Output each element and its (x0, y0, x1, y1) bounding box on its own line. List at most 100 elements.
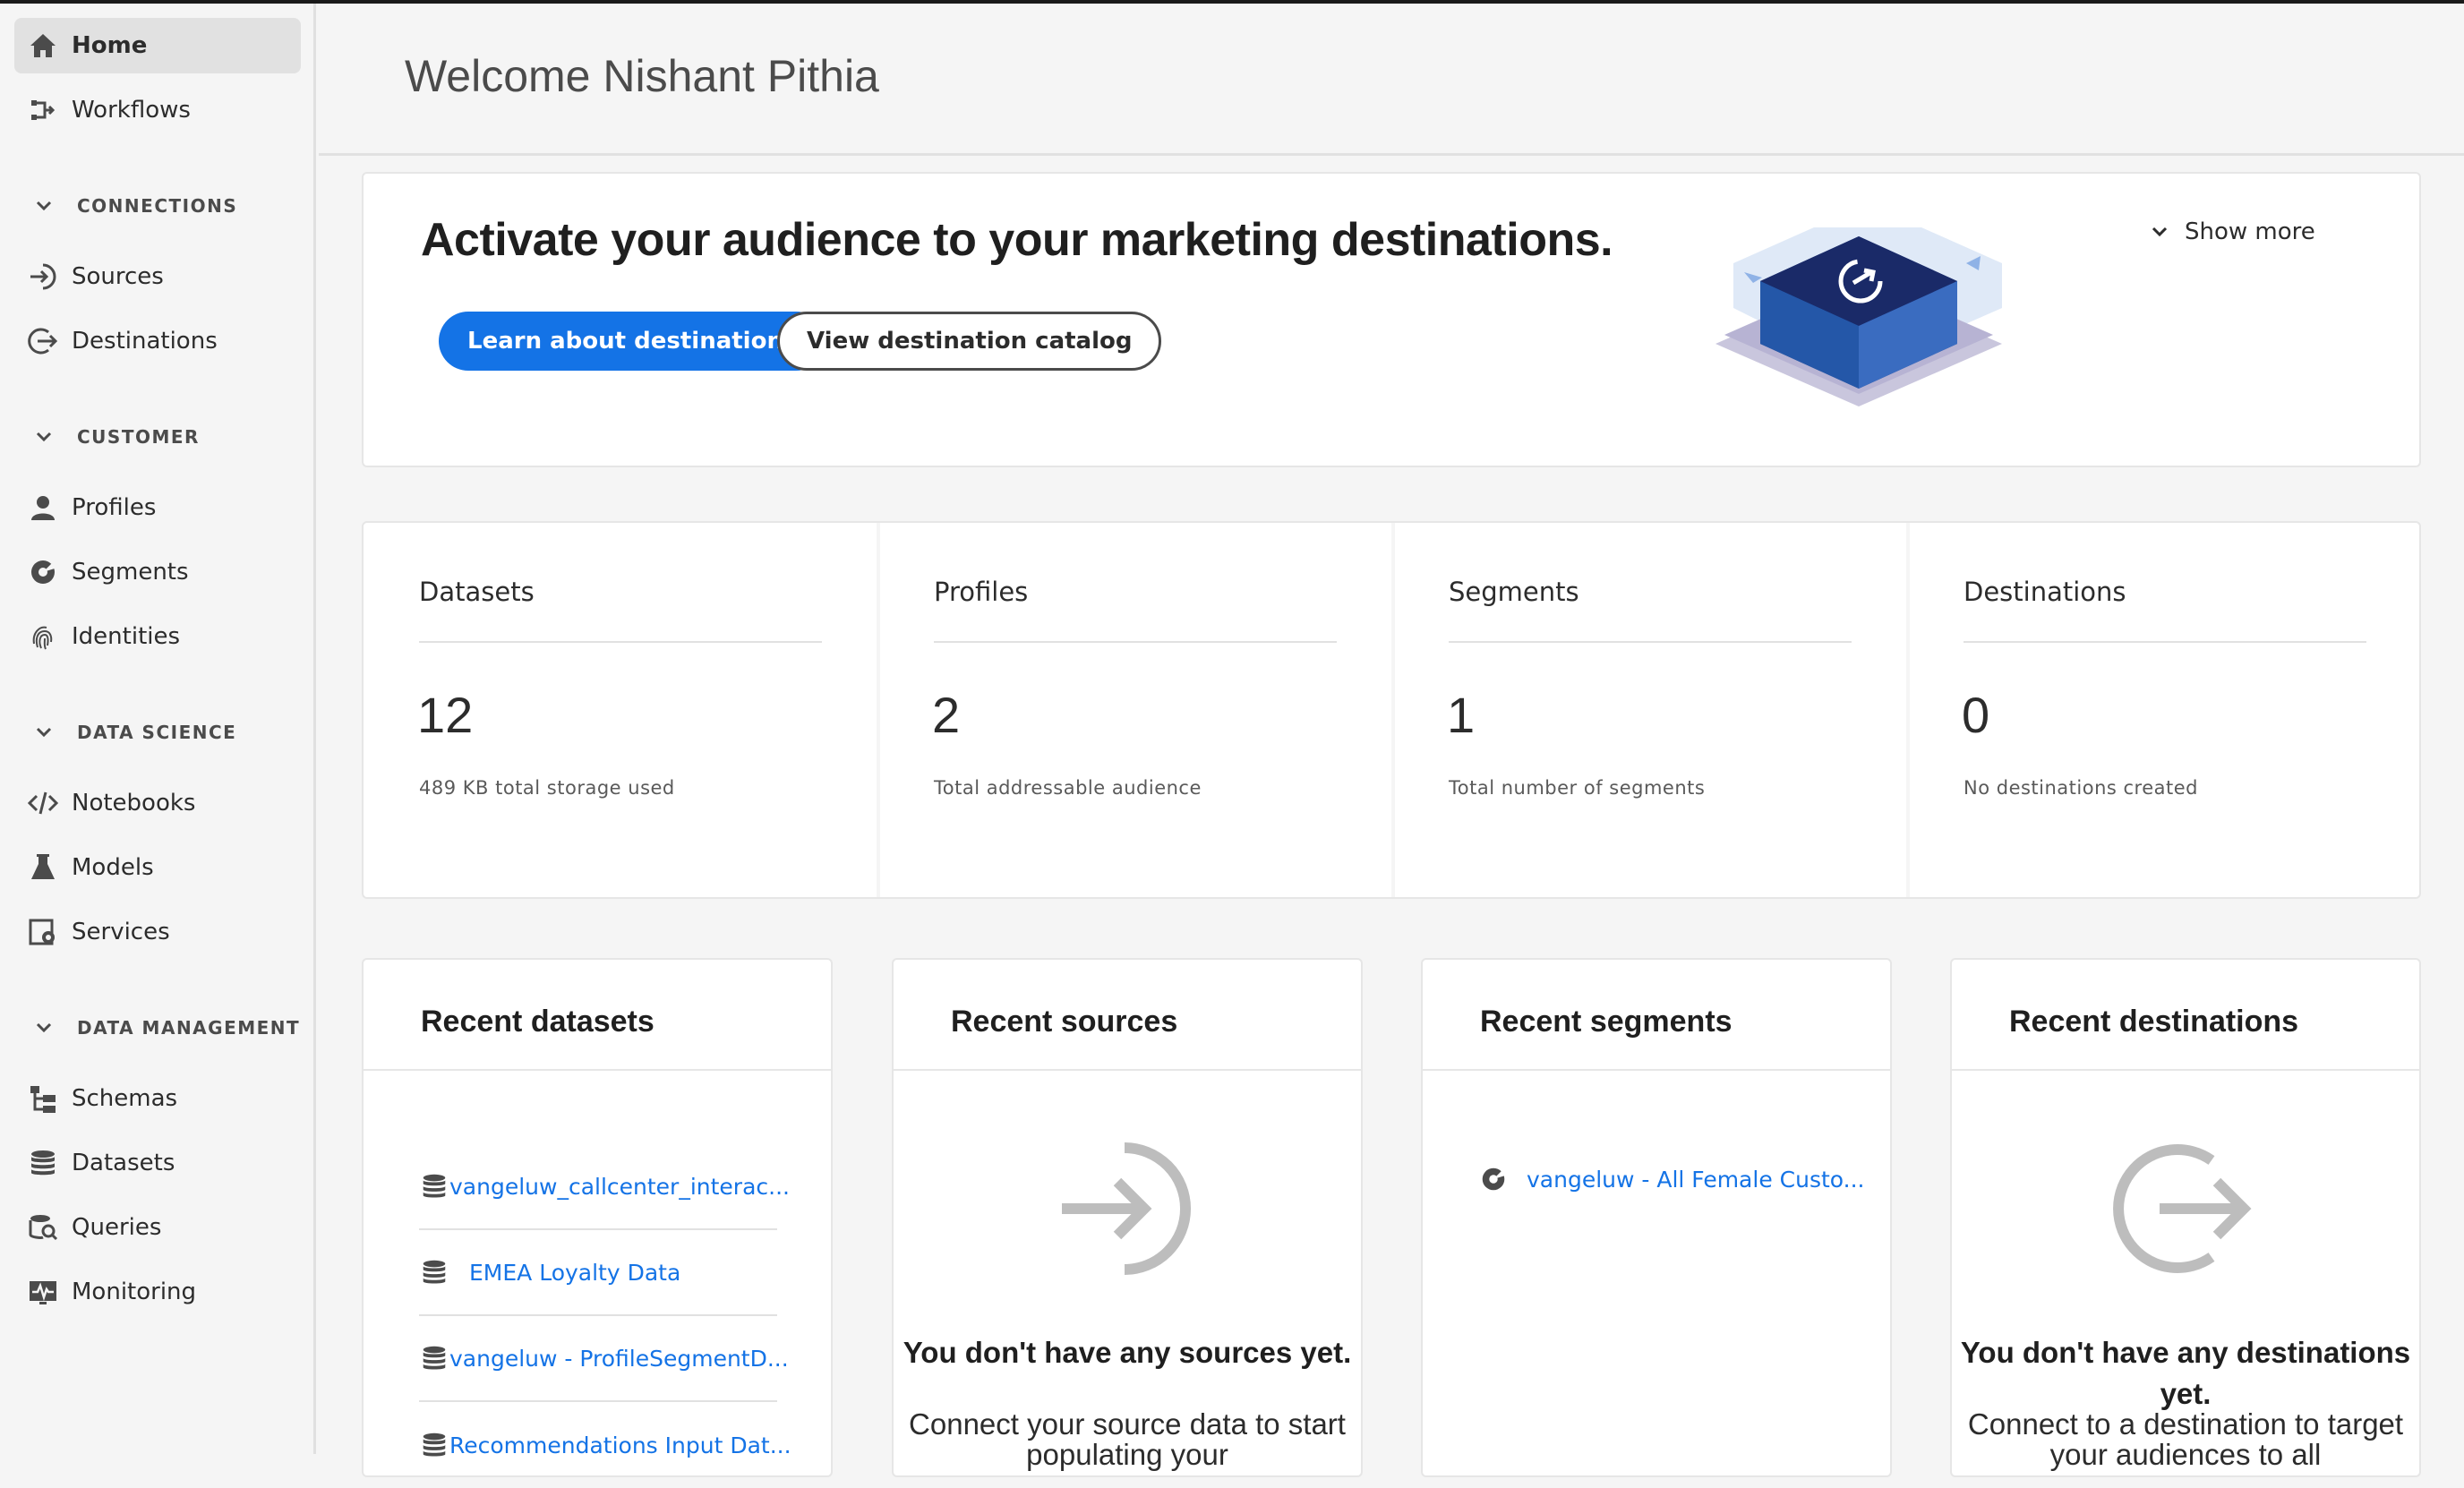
dataset-link[interactable]: vangeluw - ProfileSegmentD... (449, 1346, 789, 1372)
sidebar-item-notebooks[interactable]: Notebooks (14, 775, 301, 831)
card-title: Recent sources (951, 1005, 1178, 1039)
page-title: Welcome Nishant Pithia (405, 51, 879, 101)
database-icon (419, 1343, 449, 1373)
stat-label: Segments (1449, 577, 1579, 607)
section-customer[interactable]: CUSTOMER (32, 419, 200, 455)
sidebar: Home Workflows CONNECTIONS Sources Desti… (0, 4, 316, 1454)
stat-value: 12 (417, 687, 474, 743)
section-label: CUSTOMER (77, 426, 200, 448)
sidebar-item-home[interactable]: Home (14, 18, 301, 73)
card-header: Recent sources (894, 960, 1361, 1071)
sidebar-item-destinations[interactable]: Destinations (14, 313, 301, 369)
list-item[interactable]: vangeluw_callcenter_interac... (419, 1144, 790, 1230)
segments-icon (1482, 1167, 1505, 1191)
chevron-down-icon (36, 201, 52, 211)
sidebar-item-label: Models (72, 854, 154, 881)
learn-about-destinations-button[interactable]: Learn about destinations (439, 312, 826, 371)
sidebar-item-label: Notebooks (72, 790, 196, 817)
card-title: Recent destinations (2009, 1005, 2299, 1039)
list-item[interactable]: vangeluw - All Female Custo... (1478, 1164, 1864, 1194)
section-data-management[interactable]: DATA MANAGEMENT (32, 1010, 300, 1046)
show-more-toggle[interactable]: Show more (2147, 218, 2315, 245)
sidebar-item-segments[interactable]: Segments (14, 544, 301, 600)
list-item[interactable]: vangeluw - ProfileSegmentD... (419, 1316, 789, 1402)
chevron-down-icon (36, 1022, 52, 1033)
sidebar-item-label: Services (72, 919, 170, 945)
chevron-down-icon (2152, 227, 2168, 237)
database-icon (419, 1430, 449, 1460)
stat-label: Destinations (1964, 577, 2126, 607)
database-icon (419, 1171, 449, 1202)
home-icon (14, 30, 72, 62)
sidebar-item-datasets[interactable]: Datasets (14, 1135, 301, 1191)
divider (419, 641, 822, 643)
monitoring-icon (14, 1276, 72, 1308)
fingerprint-icon (14, 620, 72, 653)
sidebar-item-label: Workflows (72, 97, 191, 124)
section-label: DATA SCIENCE (77, 722, 237, 743)
segments-icon (14, 556, 72, 588)
workflows-icon (14, 94, 72, 126)
sidebar-item-services[interactable]: Services (14, 904, 301, 960)
empty-state-title: You don't have any destinations yet. (1960, 1336, 2411, 1410)
stat-segments[interactable]: Segments 1 Total number of segments (1393, 523, 1908, 897)
destinations-icon (14, 325, 72, 357)
sidebar-item-label: Profiles (72, 494, 157, 521)
top-border (0, 0, 2464, 4)
stat-description: No destinations created (1964, 777, 2199, 799)
stat-datasets[interactable]: Datasets 12 489 KB total storage used (364, 523, 878, 897)
stat-label: Datasets (419, 577, 535, 607)
services-icon (14, 916, 72, 948)
destination-illustration (1715, 227, 2002, 406)
recent-segments-card: Recent segments vangeluw - All Female Cu… (1421, 958, 1892, 1477)
sidebar-item-sources[interactable]: Sources (14, 249, 301, 304)
sidebar-item-schemas[interactable]: Schemas (14, 1071, 301, 1126)
sidebar-item-models[interactable]: Models (14, 840, 301, 895)
sidebar-item-label: Sources (72, 263, 164, 290)
empty-state-body: Connect to a destination to target your … (1967, 1407, 2404, 1471)
database-icon (14, 1147, 72, 1179)
dataset-link[interactable]: vangeluw_callcenter_interac... (449, 1174, 790, 1200)
sidebar-item-queries[interactable]: Queries (14, 1200, 301, 1255)
destinations-icon (2113, 1144, 2252, 1273)
stat-destinations[interactable]: Destinations 0 No destinations created (1908, 523, 2423, 897)
card-header: Recent segments (1423, 960, 1890, 1071)
sidebar-item-workflows[interactable]: Workflows (14, 82, 301, 138)
section-data-science[interactable]: DATA SCIENCE (32, 714, 236, 750)
chevron-down-icon (36, 432, 52, 442)
sources-icon (14, 261, 72, 293)
sidebar-item-label: Identities (72, 623, 181, 650)
stat-value: 0 (1962, 687, 1990, 743)
list-item[interactable]: EMEA Loyalty Data (419, 1230, 777, 1316)
queries-icon (14, 1211, 72, 1244)
profiles-icon (14, 492, 72, 524)
stat-label: Profiles (934, 577, 1029, 607)
empty-state-title: You don't have any sources yet. (903, 1336, 1352, 1369)
stat-description: Total number of segments (1449, 777, 1706, 799)
sidebar-item-monitoring[interactable]: Monitoring (14, 1264, 301, 1320)
show-more-label: Show more (2185, 218, 2315, 245)
divider (1964, 641, 2366, 643)
recent-destinations-card: Recent destinations You don't have any d… (1950, 958, 2421, 1477)
recent-sources-card: Recent sources You don't have any source… (892, 958, 1363, 1477)
dataset-link[interactable]: Recommendations Input Dat... (449, 1432, 791, 1458)
recent-datasets-card: Recent datasets vangeluw_callcenter_inte… (362, 958, 833, 1477)
view-destination-catalog-button[interactable]: View destination catalog (777, 312, 1162, 371)
sidebar-item-identities[interactable]: Identities (14, 609, 301, 664)
card-title: Recent segments (1480, 1005, 1732, 1039)
sidebar-item-profiles[interactable]: Profiles (14, 480, 301, 535)
divider (934, 641, 1337, 643)
stat-description: Total addressable audience (934, 777, 1202, 799)
stat-profiles[interactable]: Profiles 2 Total addressable audience (878, 523, 1393, 897)
schemas-icon (14, 1082, 72, 1115)
sidebar-item-label: Segments (72, 559, 189, 586)
hero-card: Activate your audience to your marketing… (362, 172, 2421, 467)
section-connections[interactable]: CONNECTIONS (32, 188, 237, 224)
list-item[interactable]: Recommendations Input Dat... (419, 1402, 791, 1488)
segment-link[interactable]: vangeluw - All Female Custo... (1527, 1167, 1864, 1193)
database-icon (419, 1257, 469, 1287)
sidebar-item-label: Home (72, 32, 148, 59)
sidebar-item-label: Destinations (72, 328, 218, 355)
dataset-link[interactable]: EMEA Loyalty Data (469, 1260, 680, 1286)
card-title: Recent datasets (421, 1005, 654, 1039)
